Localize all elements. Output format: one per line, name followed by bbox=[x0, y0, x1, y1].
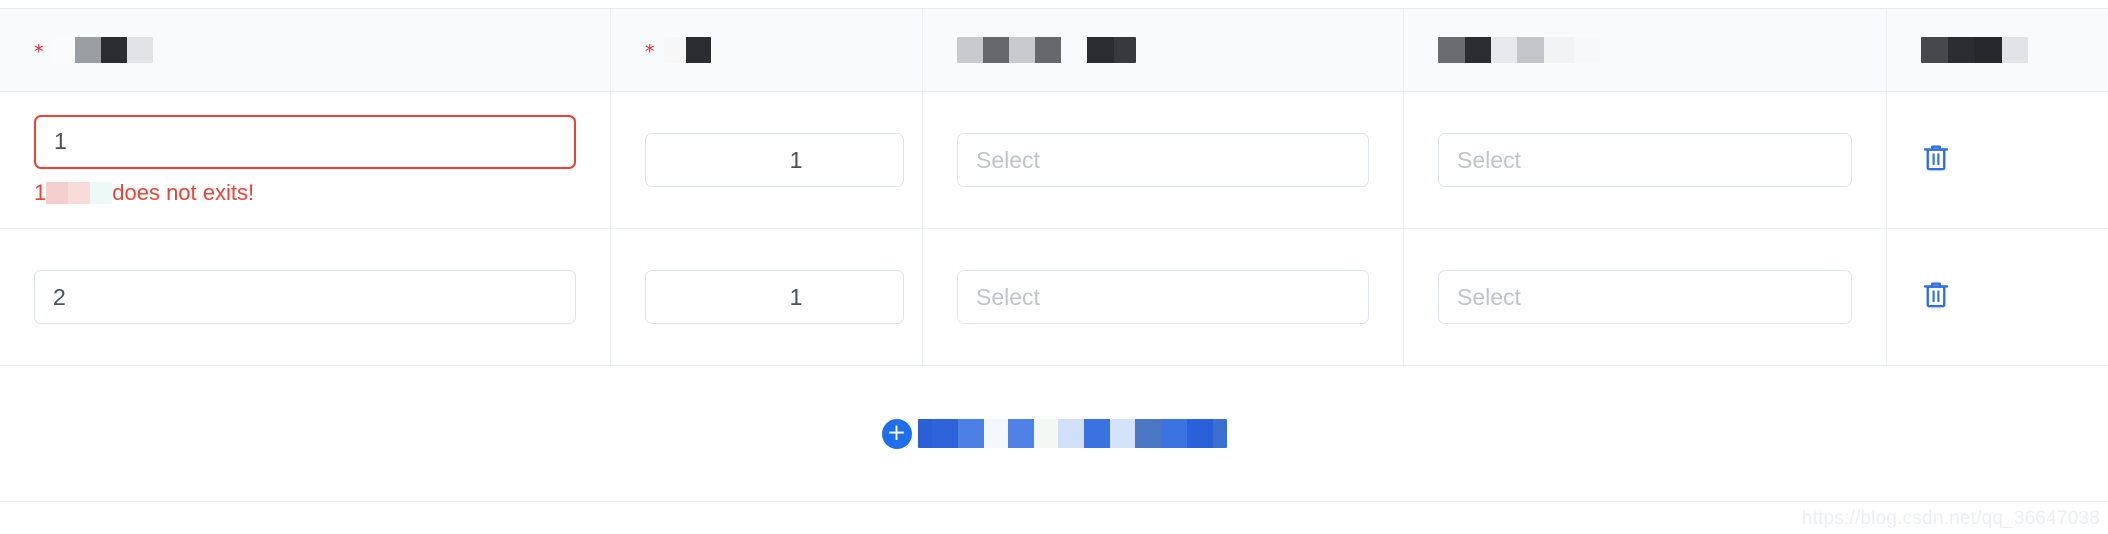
table-footer: + bbox=[0, 366, 2108, 502]
table-row: 1 does not exits! bbox=[0, 92, 2108, 229]
select-a-placeholder: Select bbox=[976, 283, 1040, 310]
cell-code bbox=[0, 229, 611, 365]
error-redacted-value bbox=[46, 181, 113, 204]
select-b-dropdown[interactable]: Select bbox=[1438, 270, 1852, 324]
column-header-4 bbox=[1404, 9, 1887, 91]
cell-select-a: Select bbox=[923, 229, 1404, 365]
watermark: https://blog.csdn.net/qq_36647038 bbox=[1801, 508, 2100, 529]
column-header-label-2 bbox=[663, 37, 711, 63]
plus-circle-icon: + bbox=[881, 418, 912, 449]
delete-row-button[interactable] bbox=[1921, 279, 1951, 316]
table-body: 1 does not exits! bbox=[0, 92, 2108, 502]
validation-error-message: 1 does not exits! bbox=[34, 180, 576, 206]
cell-quantity bbox=[611, 229, 923, 365]
column-header-label-3 bbox=[957, 37, 1136, 63]
form-table-page: * * 1 1 does not exits! 1 Select Select … bbox=[0, 0, 2108, 534]
editable-table: * * 1 1 does not exits! 1 Select Select … bbox=[0, 8, 2108, 502]
select-b-placeholder: Select bbox=[1457, 146, 1521, 173]
column-header-2: * bbox=[611, 9, 923, 91]
column-header-label-5 bbox=[1921, 37, 2028, 63]
table-row: Select Select bbox=[0, 229, 2108, 366]
delete-row-button[interactable] bbox=[1921, 142, 1951, 179]
cell-code: 1 does not exits! bbox=[0, 92, 611, 228]
cell-quantity bbox=[611, 92, 923, 228]
trash-icon bbox=[1923, 144, 1949, 170]
select-a-dropdown[interactable]: Select bbox=[957, 270, 1369, 324]
column-header-1: * bbox=[0, 9, 611, 91]
error-prefix: 1 bbox=[34, 179, 47, 205]
quantity-stepper[interactable] bbox=[645, 270, 904, 324]
select-a-placeholder: Select bbox=[976, 146, 1040, 173]
column-header-label-4 bbox=[1438, 37, 1600, 63]
select-b-dropdown[interactable]: Select bbox=[1438, 133, 1852, 187]
cell-actions bbox=[1887, 92, 2108, 228]
cell-select-b: Select bbox=[1404, 229, 1887, 365]
error-suffix: does not exits! bbox=[112, 179, 255, 205]
quantity-stepper[interactable] bbox=[645, 133, 904, 187]
table-header-row: * * bbox=[0, 9, 2108, 92]
select-b-placeholder: Select bbox=[1457, 283, 1521, 310]
required-asterisk-icon: * bbox=[34, 40, 44, 63]
code-input[interactable] bbox=[34, 270, 576, 324]
column-header-label-1 bbox=[52, 37, 153, 63]
cell-select-b: Select bbox=[1404, 92, 1887, 228]
add-row-label bbox=[917, 419, 1227, 448]
required-asterisk-icon: * bbox=[645, 40, 655, 63]
select-a-dropdown[interactable]: Select bbox=[957, 133, 1369, 187]
column-header-3 bbox=[923, 9, 1404, 91]
cell-select-a: Select bbox=[923, 92, 1404, 228]
code-input[interactable] bbox=[34, 114, 576, 169]
quantity-input[interactable] bbox=[646, 271, 903, 323]
quantity-input[interactable] bbox=[646, 134, 903, 186]
cell-actions bbox=[1887, 229, 2108, 365]
trash-icon bbox=[1923, 281, 1949, 307]
column-header-5 bbox=[1887, 9, 2108, 91]
add-row-button[interactable]: + bbox=[881, 418, 1227, 449]
